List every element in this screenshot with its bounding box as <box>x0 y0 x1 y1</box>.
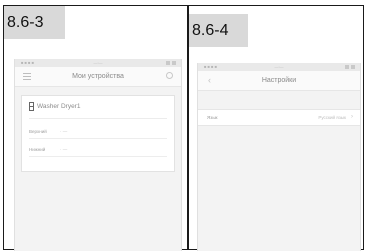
drum-row-lower[interactable]: Нижний · — <box>29 142 167 157</box>
settings-row-language[interactable]: Язык Русский язык › <box>198 109 360 126</box>
app-header: Мои устройства <box>15 67 181 87</box>
drum-status: · — <box>60 146 68 152</box>
device-header: Washer Dryer1 <box>29 102 80 111</box>
drum-row-upper[interactable]: Верхний · — <box>29 124 167 139</box>
phone-screen-my-devices: ■ ■ ■ ■ —:— Мои устройства Washer Dryer1… <box>14 59 182 251</box>
page-title: Мои устройства <box>72 73 124 80</box>
figure-label: 8.6-3 <box>4 6 65 39</box>
figure-panel-8-6-3: 8.6-3 ■ ■ ■ ■ —:— Мои устройства Washer … <box>3 5 188 251</box>
divider <box>29 118 167 119</box>
figure-panel-8-6-4: 8.6-4 ■ ■ ■ ■ —:— ‹ Настройки Язык Русск… <box>188 5 364 251</box>
drum-name: Верхний <box>29 128 47 134</box>
status-bar-time: —:— <box>274 64 284 69</box>
gear-icon[interactable] <box>166 72 173 79</box>
washer-dryer-icon <box>29 102 34 111</box>
device-card[interactable]: Washer Dryer1 Верхний · — Нижний · — <box>21 95 175 172</box>
status-bar-battery-icon <box>345 65 355 69</box>
status-bar-time: —:— <box>93 60 103 65</box>
settings-label: Язык <box>207 115 218 120</box>
app-header: ‹ Настройки <box>198 71 360 91</box>
drum-status: · — <box>60 128 68 134</box>
phone-screen-settings: ■ ■ ■ ■ —:— ‹ Настройки Язык Русский язы… <box>197 63 361 251</box>
settings-value: Русский язык <box>318 115 346 120</box>
status-bar: ■ ■ ■ ■ —:— <box>198 63 360 71</box>
device-name: Washer Dryer1 <box>37 103 81 110</box>
page-title: Настройки <box>261 77 297 84</box>
chevron-right-icon: › <box>351 114 353 120</box>
status-bar: ■ ■ ■ ■ —:— <box>15 59 181 67</box>
figure-label: 8.6-4 <box>189 14 248 47</box>
status-bar-battery-icon <box>166 61 176 65</box>
drum-name: Нижний <box>29 146 46 152</box>
